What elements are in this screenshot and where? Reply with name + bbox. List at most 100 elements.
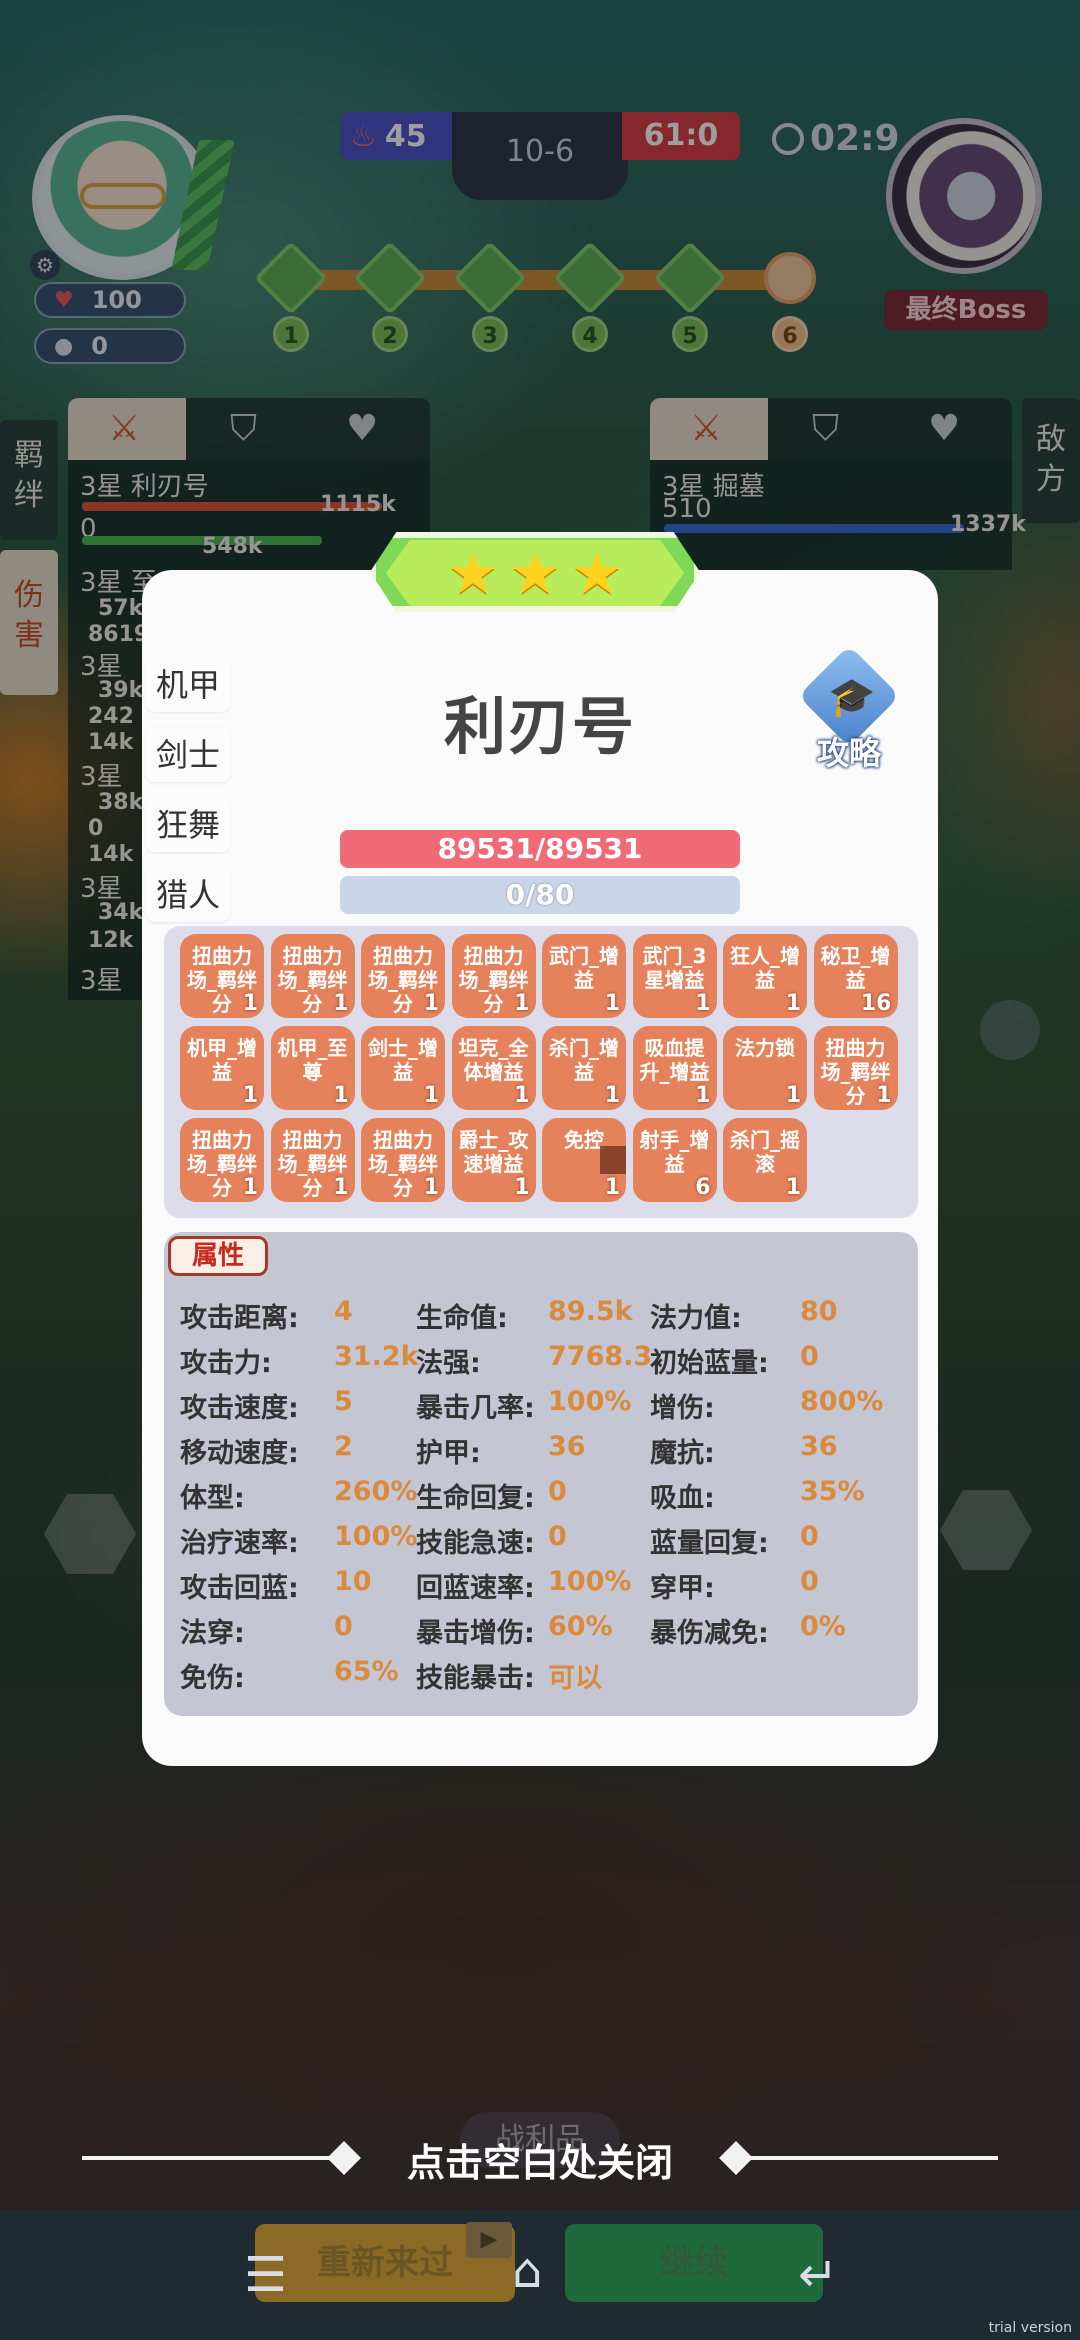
attribute-label: 法强: bbox=[416, 1348, 481, 1379]
buff-icon[interactable]: 扭曲力场_羁绊分 1 bbox=[180, 1118, 264, 1202]
buff-name: 机甲_至尊 bbox=[277, 1036, 348, 1084]
buff-stack-count: 1 bbox=[242, 1175, 258, 1200]
attribute-value: 4 bbox=[334, 1296, 353, 1327]
guide-label: 攻略 bbox=[816, 734, 881, 772]
attribute-label: 魔抗: bbox=[650, 1438, 715, 1469]
attribute-value: 35% bbox=[800, 1476, 865, 1507]
unit-hp-bar: 89531/89531 bbox=[340, 830, 740, 868]
buff-icon[interactable]: 坦克_全体增益 1 bbox=[451, 1026, 536, 1110]
attribute-value: 0% bbox=[800, 1611, 846, 1642]
buff-stack-count: 1 bbox=[242, 1083, 258, 1108]
buff-icon[interactable]: 秘卫_增益 16 bbox=[813, 934, 898, 1018]
home-icon[interactable]: ⌂ bbox=[512, 2246, 542, 2296]
attribute-value: 800% bbox=[800, 1386, 884, 1417]
attribute-label: 暴击几率: bbox=[416, 1393, 535, 1424]
attribute-label: 吸血: bbox=[650, 1483, 715, 1514]
trait-tag[interactable]: 猎人 bbox=[146, 868, 230, 922]
attribute-label: 暴击增伤: bbox=[416, 1618, 535, 1649]
buff-stack-count: 1 bbox=[242, 991, 258, 1016]
buff-icon[interactable]: 机甲_增益 1 bbox=[180, 1026, 264, 1110]
buff-icon[interactable]: 爵士_攻速增益 1 bbox=[451, 1118, 536, 1202]
trait-tag[interactable]: 剑士 bbox=[146, 728, 230, 782]
attribute-value: 36 bbox=[548, 1431, 586, 1462]
attribute-value: 0 bbox=[548, 1476, 567, 1507]
unit-name: 利刃号 bbox=[443, 690, 636, 763]
buff-stack-count: 6 bbox=[695, 1175, 711, 1200]
buff-icon[interactable]: 扭曲力场_羁绊分 1 bbox=[451, 934, 536, 1018]
attribute-label: 攻击力: bbox=[180, 1348, 272, 1379]
continue-button[interactable]: 继续 bbox=[565, 2224, 823, 2302]
buff-stack-count: 16 bbox=[860, 991, 892, 1016]
attribute-label: 攻击回蓝: bbox=[180, 1573, 299, 1604]
buff-icon[interactable]: 扭曲力场_羁绊分 1 bbox=[270, 934, 355, 1018]
buff-stack-count: 1 bbox=[423, 1175, 439, 1200]
buff-icon[interactable]: 吸血提升_增益 1 bbox=[632, 1026, 717, 1110]
buff-icon[interactable]: 剑士_增益 1 bbox=[361, 1026, 445, 1110]
buff-icon[interactable]: 武门_3星增益 1 bbox=[632, 934, 717, 1018]
buff-stack-count: 1 bbox=[514, 991, 530, 1016]
attribute-value: 可以 bbox=[548, 1663, 602, 1694]
attribute-value: 31.2k bbox=[334, 1341, 419, 1372]
menu-icon[interactable]: ☰ bbox=[244, 2250, 287, 2300]
buff-stack-count: 1 bbox=[333, 991, 349, 1016]
buff-icon[interactable]: 机甲_至尊 1 bbox=[270, 1026, 355, 1110]
attribute-value: 10 bbox=[334, 1566, 372, 1597]
attribute-label: 攻击速度: bbox=[180, 1393, 299, 1424]
buff-name: 坦克_全体增益 bbox=[458, 1036, 529, 1084]
buff-icon[interactable]: 狂人_增益 1 bbox=[723, 934, 807, 1018]
buff-icon[interactable]: 扭曲力场_羁绊分 1 bbox=[180, 934, 264, 1018]
unit-mana-bar: 0/80 bbox=[340, 876, 740, 914]
attribute-label: 攻击距离: bbox=[180, 1303, 299, 1334]
buff-icon[interactable]: 武门_增益 1 bbox=[542, 934, 626, 1018]
attribute-value: 80 bbox=[800, 1296, 838, 1327]
buff-stack-count: 1 bbox=[514, 1083, 530, 1108]
back-icon[interactable]: ↵ bbox=[798, 2250, 838, 2300]
buff-stack-count: 1 bbox=[604, 1083, 620, 1108]
attribute-value: 260% bbox=[334, 1476, 418, 1507]
attribute-label: 回蓝速率: bbox=[416, 1573, 535, 1604]
buff-icon[interactable]: 射手_增益 6 bbox=[632, 1118, 717, 1202]
video-icon: ▶ bbox=[466, 2222, 512, 2258]
attribute-label: 体型: bbox=[180, 1483, 245, 1514]
attribute-label: 初始蓝量: bbox=[650, 1348, 769, 1379]
buff-icon[interactable]: 杀门_增益 1 bbox=[542, 1026, 626, 1110]
buff-name: 秘卫_增益 bbox=[820, 944, 891, 992]
buff-name: 武门_增益 bbox=[549, 944, 619, 992]
buff-icon[interactable]: 扭曲力场_羁绊分 1 bbox=[361, 934, 445, 1018]
attribute-value: 36 bbox=[800, 1431, 838, 1462]
buff-icon[interactable]: 免控 1 bbox=[542, 1118, 626, 1202]
buff-stack-count: 1 bbox=[785, 1175, 801, 1200]
buff-icon[interactable]: 法力锁 1 bbox=[723, 1026, 807, 1110]
buff-name: 法力锁 bbox=[735, 1036, 795, 1060]
attribute-value: 7768.3 bbox=[548, 1341, 653, 1372]
attribute-label: 技能暴击: bbox=[416, 1663, 535, 1694]
buff-name: 武门_3星增益 bbox=[642, 944, 707, 992]
buff-icon[interactable]: 杀门_摇滚 1 bbox=[723, 1118, 807, 1202]
buff-stack-count: 1 bbox=[423, 991, 439, 1016]
buff-stack-count: 1 bbox=[604, 1175, 620, 1200]
attribute-label: 增伤: bbox=[650, 1393, 715, 1424]
attribute-value: 0 bbox=[334, 1611, 353, 1642]
buff-stack-count: 1 bbox=[333, 1083, 349, 1108]
attribute-label: 生命回复: bbox=[416, 1483, 535, 1514]
attribute-label: 穿甲: bbox=[650, 1573, 715, 1604]
attribute-panel: 攻击距离: 4 生命值: 89.5k 法力值: 80 攻击力: 31.2k 法强: 7768.3 初… bbox=[164, 1232, 918, 1716]
buff-stack-count: 1 bbox=[876, 1083, 892, 1108]
attribute-label: 生命值: bbox=[416, 1303, 508, 1334]
divider-line bbox=[82, 2156, 340, 2160]
attribute-value: 100% bbox=[548, 1386, 632, 1417]
close-prompt[interactable]: 点击空白处关闭 bbox=[340, 2132, 740, 2187]
attribute-label: 免伤: bbox=[180, 1663, 245, 1694]
star-icon: ★ bbox=[447, 539, 499, 607]
trait-tag[interactable]: 机甲 bbox=[146, 658, 230, 712]
buff-icon[interactable]: 扭曲力场_羁绊分 1 bbox=[361, 1118, 445, 1202]
attribute-value: 0 bbox=[800, 1566, 819, 1597]
buff-stack-count: 1 bbox=[604, 991, 620, 1016]
attribute-label: 法穿: bbox=[180, 1618, 245, 1649]
buff-icon[interactable]: 扭曲力场_羁绊分 1 bbox=[270, 1118, 355, 1202]
trait-tag[interactable]: 狂舞 bbox=[146, 798, 230, 852]
watermark: trial version bbox=[988, 2320, 1072, 2336]
guide-button[interactable]: 🎓 攻略 bbox=[798, 645, 900, 772]
buff-icon[interactable]: 扭曲力场_羁绊分 1 bbox=[813, 1026, 898, 1110]
buff-stack-count: 1 bbox=[423, 1083, 439, 1108]
